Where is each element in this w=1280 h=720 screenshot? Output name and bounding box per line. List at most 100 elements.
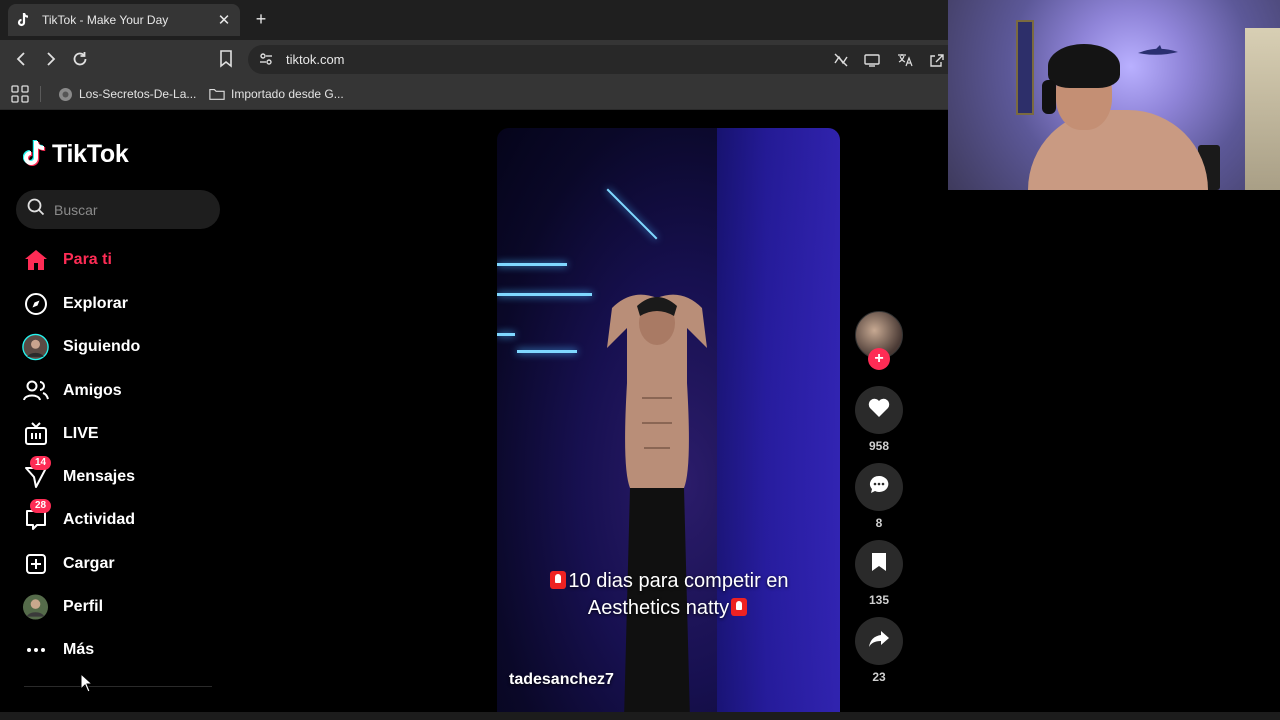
siren-emoji-icon [550,571,567,589]
nav-label: Para ti [63,251,112,268]
nav-label: LIVE [63,425,99,442]
siren-emoji-icon [731,598,748,616]
mouse-cursor-icon [80,673,94,693]
site-settings-icon[interactable] [258,51,274,67]
neon-light-stripe [606,188,658,240]
search-icon [27,198,45,221]
neon-light-stripe [497,333,515,336]
comment-button[interactable] [855,463,903,511]
nav-item-actividad[interactable]: 28 Actividad [22,498,136,536]
heart-icon [868,398,890,423]
browser-tab[interactable]: TikTok - Make Your Day ✕ [8,4,240,36]
forward-icon[interactable] [38,47,62,71]
neon-light-stripe [497,293,592,296]
tiktok-page: TikTok Para ti Explorar Siguiendo Amigos [0,111,948,720]
back-icon[interactable] [10,47,34,71]
nav-item-mas[interactable]: Más [22,634,94,666]
activity-icon: 28 [22,498,52,534]
cast-icon[interactable] [863,51,881,69]
video-author[interactable]: tadesanchez7 [509,671,614,689]
video-background-wall [717,128,840,720]
upload-icon [22,551,49,578]
bookmark-label: Importado desde G... [231,87,344,101]
comment-count: 8 [875,516,883,530]
home-icon [22,247,49,274]
shark-lamp-icon [1138,45,1178,55]
like-button[interactable] [855,386,903,434]
live-icon [22,421,49,448]
comment-icon [868,474,890,501]
nav-item-perfil[interactable]: Perfil [22,591,103,623]
translate-icon[interactable] [896,51,914,69]
nav-label: Perfil [63,598,104,615]
nav-label: Más [63,641,95,658]
like-count: 958 [868,439,890,453]
globe-icon [57,86,73,102]
following-avatar-icon [22,333,49,361]
save-button[interactable] [855,540,903,588]
tracking-off-icon[interactable] [832,51,850,69]
caption-line-1: 10 dias para competir en [568,570,789,592]
tiktok-note-icon [22,139,48,169]
friends-icon [22,378,49,405]
bookmarks-bar: Los-Secretos-De-La... Importado desde G.… [0,78,948,110]
taskbar-edge [0,712,1280,720]
folder-icon [209,86,225,102]
bookmark-filled-icon [871,552,887,577]
address-bar[interactable]: tiktok.com [248,45,968,74]
logo-text: TikTok [52,139,129,168]
webcam-overlay [948,0,1280,190]
nav-label: Explorar [63,295,128,312]
nav-item-explorar[interactable]: Explorar [22,288,128,320]
close-tab-icon[interactable]: ✕ [216,12,232,29]
video-caption: 10 dias para competir en Aesthetics natt… [497,568,840,622]
neon-light-stripe [497,263,567,266]
new-tab-icon[interactable]: + [250,8,272,30]
reload-icon[interactable] [68,47,92,71]
video-subject-figure [607,294,707,720]
bookmark-item-importado[interactable]: Importado desde G... [209,84,344,104]
search-input[interactable] [54,201,204,218]
bookmark-icon[interactable] [214,47,238,71]
url-text: tiktok.com [286,52,345,67]
save-count: 135 [868,593,890,607]
tiktok-favicon-icon [16,12,32,28]
share-arrow-icon [868,630,890,653]
webcam-streamer-hair [1048,44,1120,88]
bookmark-item-secretos[interactable]: Los-Secretos-De-La... [57,84,196,104]
webcam-streamer-body [1028,110,1208,190]
nav-item-live[interactable]: LIVE [22,418,99,450]
nav-item-cargar[interactable]: Cargar [22,548,115,580]
webcam-background-door [1245,28,1280,190]
browser-toolbar: tiktok.com [0,40,968,78]
tiktok-logo[interactable]: TikTok [22,138,129,170]
nav-item-amigos[interactable]: Amigos [22,375,122,407]
nav-label: Actividad [63,511,136,528]
nav-label: Amigos [63,382,122,399]
apps-grid-icon[interactable] [11,85,29,103]
nav-divider [24,686,212,687]
video-player[interactable]: 10 dias para competir en Aesthetics natt… [497,128,840,720]
share-button[interactable] [855,617,903,665]
nav-item-siguiendo[interactable]: Siguiendo [22,331,140,363]
nav-label: Cargar [63,555,115,572]
nav-label: Mensajes [63,468,136,485]
follow-plus-icon[interactable]: + [868,348,890,370]
activity-badge: 28 [30,498,52,513]
compass-icon [22,291,49,318]
bookmarks-separator [40,86,41,102]
headphones-icon [1042,80,1056,114]
bookmark-label: Los-Secretos-De-La... [79,87,197,101]
nav-label: Siguiendo [63,338,141,355]
profile-avatar-icon [22,594,49,621]
caption-line-2: Aesthetics natty [587,597,730,619]
search-box[interactable] [16,190,220,229]
share-page-icon[interactable] [928,51,946,69]
browser-tab-strip: TikTok - Make Your Day ✕ + [0,0,948,40]
messages-icon: 14 [22,455,52,491]
tab-title: TikTok - Make Your Day [42,13,169,27]
neon-light-stripe [517,350,577,353]
messages-badge: 14 [30,455,52,470]
nav-item-mensajes[interactable]: 14 Mensajes [22,455,136,493]
nav-item-para-ti[interactable]: Para ti [22,244,112,276]
